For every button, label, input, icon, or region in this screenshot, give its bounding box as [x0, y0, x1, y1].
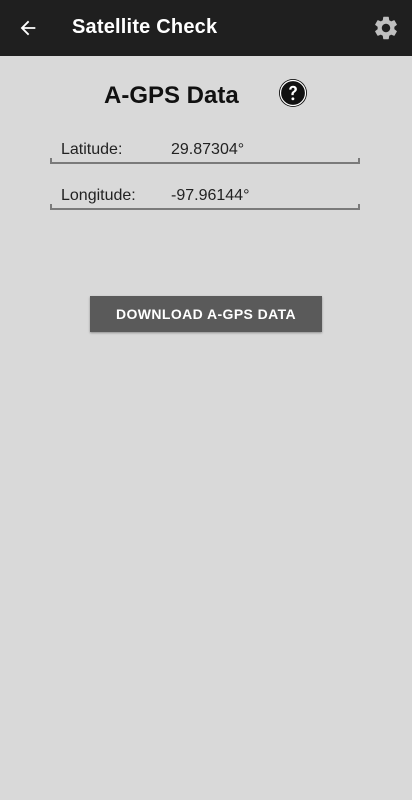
gear-icon: [375, 16, 397, 40]
question-circle-icon: [279, 79, 307, 107]
latitude-underline: [50, 158, 360, 164]
page-heading: A-GPS Data: [104, 82, 239, 109]
latitude-label: Latitude:: [61, 141, 123, 158]
latitude-value[interactable]: 29.87304°: [171, 141, 244, 159]
heading-row: A-GPS Data: [0, 78, 412, 114]
app-bar: Satellite Check: [0, 0, 412, 56]
longitude-field[interactable]: Longitude: -97.96144°: [50, 184, 360, 210]
app-title: Satellite Check: [72, 16, 218, 38]
help-button[interactable]: [278, 78, 308, 108]
app-screen: Satellite Check A-GPS Data Latitude: 29.…: [0, 0, 412, 800]
back-button[interactable]: [14, 14, 42, 42]
longitude-underline: [50, 204, 360, 210]
settings-button[interactable]: [370, 12, 402, 44]
longitude-value[interactable]: -97.96144°: [171, 187, 249, 205]
arrow-left-icon: [20, 20, 36, 36]
latitude-field[interactable]: Latitude: 29.87304°: [50, 138, 360, 164]
longitude-label: Longitude:: [61, 187, 136, 204]
download-agps-button[interactable]: DOWNLOAD A-GPS DATA: [90, 296, 322, 332]
